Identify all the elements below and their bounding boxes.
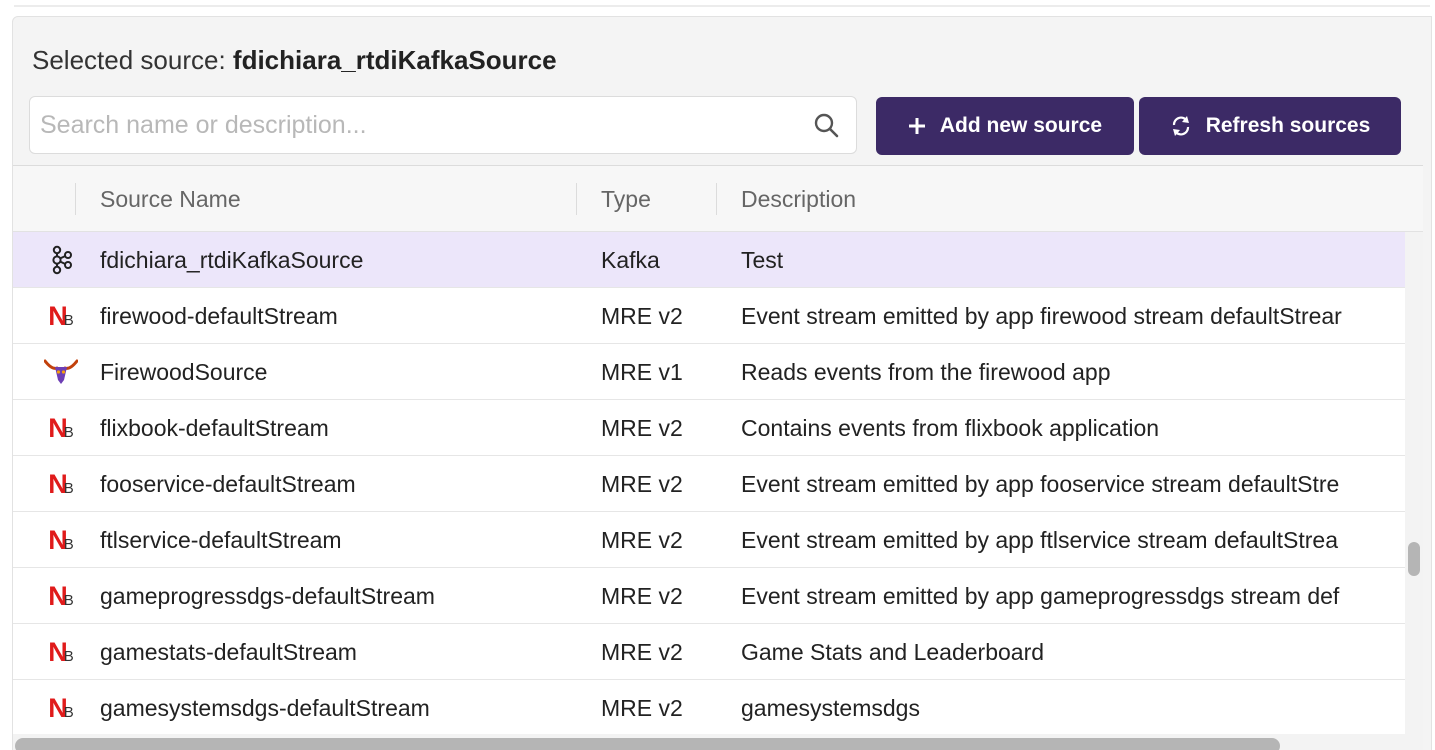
type-cell: MRE v2 <box>601 582 683 609</box>
description-cell: Event stream emitted by app gameprogress… <box>741 582 1340 609</box>
mre-v2-icon: NB <box>48 580 74 611</box>
mre-v1-icon <box>41 344 81 400</box>
type-cell: MRE v2 <box>601 414 683 441</box>
column-header-label: Source Name <box>100 185 241 212</box>
description-cell: Test <box>741 246 784 273</box>
column-header-description[interactable]: Description <box>741 166 856 232</box>
column-header-source-name[interactable]: Source Name <box>100 166 241 232</box>
mre-v2-icon: NB <box>48 300 74 331</box>
column-header-type[interactable]: Type <box>601 166 651 232</box>
description-cell: Contains events from flixbook applicatio… <box>741 414 1160 441</box>
column-header-label: Type <box>601 185 651 212</box>
top-divider <box>14 5 1430 7</box>
table-row[interactable]: NB gameprogressdgs-defaultStream MRE v2 Eve… <box>13 568 1405 624</box>
column-separator[interactable] <box>576 183 577 215</box>
type-cell: MRE v1 <box>601 358 683 385</box>
type-cell: MRE v2 <box>601 694 683 721</box>
source-name-cell: flixbook-defaultStream <box>100 414 329 441</box>
refresh-sources-button[interactable]: Refresh sources <box>1139 97 1401 155</box>
column-header-label: Description <box>741 185 857 212</box>
type-cell: MRE v2 <box>601 302 683 329</box>
source-name-cell: gamesystemsdgs-defaultStream <box>100 694 430 721</box>
source-name-cell: fdichiara_rtdiKafkaSource <box>100 246 364 273</box>
description-cell: Event stream emitted by app ftlservice s… <box>741 526 1338 553</box>
selected-source-line: Selected source: fdichiara_rtdiKafkaSour… <box>32 45 557 76</box>
refresh-icon <box>1170 115 1192 137</box>
search-box <box>29 96 857 154</box>
mre-v2-icon: NB <box>48 468 74 499</box>
add-new-source-button[interactable]: Add new source <box>876 97 1134 155</box>
description-cell: Event stream emitted by app fooservice s… <box>741 470 1340 497</box>
vertical-scrollbar-thumb[interactable] <box>1408 542 1420 576</box>
source-name-cell: gameprogressdgs-defaultStream <box>100 582 435 609</box>
table-row[interactable]: FirewoodSource MRE v1 Reads events from th… <box>13 344 1405 400</box>
table-row[interactable]: NB fooservice-defaultStream MRE v2 Event st… <box>13 456 1405 512</box>
add-new-source-label: Add new source <box>939 114 1103 137</box>
selected-source-label: Selected source: <box>32 45 226 75</box>
source-name-cell: gamestats-defaultStream <box>100 638 357 665</box>
search-input[interactable] <box>30 97 796 153</box>
kafka-icon <box>41 232 81 288</box>
column-separator[interactable] <box>75 183 76 215</box>
table-row[interactable]: NB ftlservice-defaultStream MRE v2 Event st… <box>13 512 1405 568</box>
description-cell: Event stream emitted by app firewood str… <box>741 302 1342 329</box>
type-cell: MRE v2 <box>601 470 683 497</box>
type-cell: Kafka <box>601 246 660 273</box>
table-row[interactable]: NB flixbook-defaultStream MRE v2 Contains e… <box>13 400 1405 456</box>
mre-v2-icon: NB <box>48 524 74 555</box>
horizontal-scrollbar-thumb[interactable] <box>15 738 1280 750</box>
type-cell: MRE v2 <box>601 638 683 665</box>
mre-v2-icon: NB <box>48 412 74 443</box>
source-name-cell: firewood-defaultStream <box>100 302 338 329</box>
column-separator[interactable] <box>716 183 717 215</box>
mre-v2-icon: NB <box>48 692 74 723</box>
selected-source-value: fdichiara_rtdiKafkaSource <box>232 45 557 75</box>
source-name-cell: ftlservice-defaultStream <box>100 526 342 553</box>
sources-table: Source Name Type Description fdichiara_r… <box>13 165 1423 750</box>
table-header: Source Name Type Description <box>13 166 1423 232</box>
source-name-cell: FirewoodSource <box>100 358 268 385</box>
table-row[interactable]: NB gamestats-defaultStream MRE v2 Game Stat… <box>13 624 1405 680</box>
refresh-sources-label: Refresh sources <box>1205 114 1371 137</box>
description-cell: Game Stats and Leaderboard <box>741 638 1045 665</box>
vertical-scrollbar[interactable] <box>1405 232 1423 750</box>
type-cell: MRE v2 <box>601 526 683 553</box>
horizontal-scrollbar[interactable] <box>13 734 1405 750</box>
plus-icon <box>908 117 926 135</box>
description-cell: Reads events from the firewood app <box>741 358 1111 385</box>
search-icon[interactable] <box>796 96 856 154</box>
mre-v2-icon: NB <box>48 636 74 667</box>
table-row[interactable]: fdichiara_rtdiKafkaSource Kafka Test <box>13 232 1405 288</box>
table-row[interactable]: NB firewood-defaultStream MRE v2 Event stre… <box>13 288 1405 344</box>
source-name-cell: fooservice-defaultStream <box>100 470 356 497</box>
table-row[interactable]: NB gamesystemsdgs-defaultStream MRE v2 game… <box>13 680 1405 736</box>
source-selector-panel: Selected source: fdichiara_rtdiKafkaSour… <box>12 16 1432 750</box>
description-cell: gamesystemsdgs <box>741 694 920 721</box>
